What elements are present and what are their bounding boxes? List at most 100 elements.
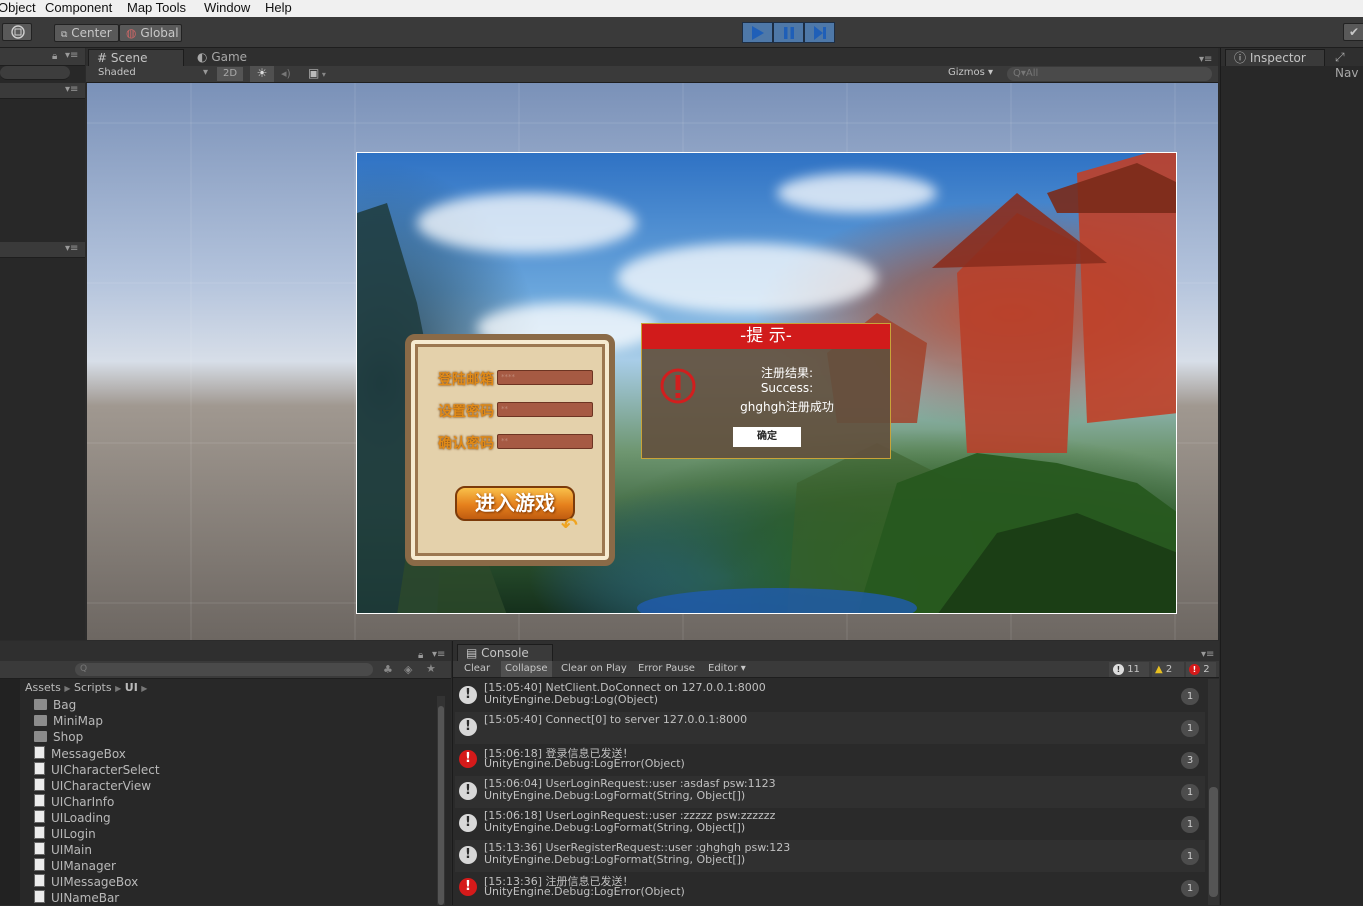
asset-item-label: UICharacterSelect (51, 763, 160, 777)
log-count-badge: 1 (1181, 848, 1199, 865)
password-label: 设置密码 (438, 404, 494, 420)
confirm-password-field[interactable]: ** (497, 434, 593, 449)
image-icon: ▣ (308, 66, 320, 80)
step-button[interactable] (804, 22, 835, 43)
asset-item[interactable]: UINameBar (34, 890, 119, 906)
asset-item[interactable]: UIManager (34, 858, 116, 874)
console-log-entry[interactable]: ! [15:13:36] 注册信息已发送！ UnityEngine.Debug:Lo… (455, 872, 1205, 904)
script-icon (34, 890, 45, 903)
email-field[interactable]: **** (497, 370, 593, 385)
breadcrumb-ui[interactable]: UI (125, 681, 138, 694)
step-icon (814, 26, 826, 40)
cloud-check-button[interactable]: ✔ (1343, 23, 1363, 41)
tab-console[interactable]: ▤ Console (457, 644, 553, 661)
tab-scene[interactable]: # Scene (88, 49, 184, 66)
panel-menu-icon[interactable]: ▾≡ (65, 243, 78, 254)
asset-item[interactable]: MiniMap (34, 714, 103, 730)
asset-item[interactable]: UIMain (34, 842, 92, 858)
console-log-entry[interactable]: ! [15:05:40] Connect[0] to server 127.0.0… (455, 712, 1205, 744)
tab-navigation[interactable]: ⤢ Nav (1327, 49, 1363, 80)
asset-item[interactable]: UICharInfo (34, 794, 114, 810)
gizmos-dropdown[interactable]: Gizmos ▾ (948, 67, 993, 78)
error-count: 2 (1203, 664, 1210, 675)
asset-item[interactable]: Shop (34, 730, 83, 746)
breadcrumb-scripts[interactable]: Scripts (74, 681, 112, 694)
space-global-button[interactable]: ◍ Global (119, 24, 182, 42)
panel-menu-icon[interactable]: ▾≡ (1199, 54, 1212, 65)
asset-item[interactable]: UILogin (34, 826, 96, 842)
asset-item[interactable]: UILoading (34, 810, 111, 826)
scrollbar-thumb[interactable] (438, 706, 444, 905)
enter-game-button[interactable]: 进入游戏 (455, 486, 575, 521)
pause-button[interactable] (773, 22, 804, 43)
menu-help[interactable]: Help (265, 0, 292, 15)
return-arrow-icon: ↶ (561, 513, 578, 537)
clear-on-play-toggle[interactable]: Clear on Play (561, 663, 627, 674)
panel-menu-icon[interactable]: ▾≡ (65, 50, 78, 61)
rect-tool-icon (11, 25, 25, 39)
asset-item[interactable]: UICharacterView (34, 778, 151, 794)
collapse-toggle[interactable]: Collapse (501, 661, 552, 677)
script-icon (34, 858, 45, 871)
lock-icon[interactable]: 🔒︎ (418, 650, 423, 661)
error-pause-toggle[interactable]: Error Pause (638, 663, 695, 674)
tab-inspector[interactable]: ⓘ Inspector (1225, 49, 1325, 66)
asset-item[interactable]: MessageBox (34, 746, 126, 762)
console-log-entry[interactable]: ! [15:06:04] UserLoginRequest::user :asda… (455, 776, 1205, 808)
project-scrollbar[interactable] (437, 696, 445, 905)
shading-mode-dropdown[interactable]: Shaded (98, 67, 136, 78)
panel-menu-icon[interactable]: ▾≡ (432, 649, 445, 660)
console-log-entry[interactable]: ! [15:06:18] UserLoginRequest::user :zzzz… (455, 808, 1205, 840)
password-field[interactable]: ** (497, 402, 593, 417)
scene-search-input[interactable]: Q▾All (1007, 67, 1212, 81)
warning-icon: ▲ (1155, 664, 1163, 675)
sun-icon: ☀ (256, 66, 268, 80)
console-tabbar: ▤ Console ▾≡ (453, 641, 1219, 661)
warning-count-toggle[interactable]: ▲ 2 (1152, 662, 1184, 677)
lighting-toggle[interactable]: ☀ (250, 66, 274, 82)
mode-2d-toggle[interactable]: 2D (217, 67, 243, 81)
filter-type-icon[interactable]: ♣ (383, 663, 393, 676)
menu-map-tools[interactable]: Map Tools (127, 0, 186, 15)
panel-menu-icon[interactable]: ▾≡ (1201, 649, 1214, 660)
audio-toggle[interactable]: ◂) (281, 67, 291, 80)
asset-item[interactable]: UICharacterSelect (34, 762, 160, 778)
lock-icon[interactable]: 🔒︎ (52, 51, 57, 62)
console-log-entry[interactable]: ! [15:13:36] UserRegisterRequest::user :g… (455, 840, 1205, 872)
tab-inspector-label: Inspector (1249, 51, 1306, 65)
error-count-toggle[interactable]: ! 2 (1186, 662, 1216, 677)
ok-button[interactable]: 确定 (733, 427, 801, 447)
asset-item-label: UIMessageBox (51, 875, 139, 889)
asset-item[interactable]: Bag (34, 698, 76, 714)
tab-game-label: Game (211, 50, 248, 64)
breadcrumb-assets[interactable]: Assets (25, 681, 61, 694)
console-log-entry[interactable]: ! [15:06:18] 登录信息已发送！ UnityEngine.Debug:Lo… (455, 744, 1205, 776)
message-line-2: Success: (760, 381, 814, 395)
log-count: 11 (1127, 664, 1140, 675)
pause-icon (784, 27, 794, 39)
menu-component[interactable]: Component (45, 0, 112, 15)
clear-button[interactable]: Clear (464, 663, 490, 674)
asset-item[interactable]: UIMessageBox (34, 874, 138, 890)
asset-item-label: Shop (53, 730, 84, 744)
panel-menu-icon[interactable]: ▾≡ (65, 84, 78, 95)
tab-game[interactable]: ◐ Game (189, 49, 269, 66)
confirm-password-label: 确认密码 (438, 436, 494, 452)
check-icon: ✔ (1349, 25, 1360, 39)
log-count-badge: 1 (1181, 720, 1199, 737)
pivot-center-button[interactable]: ⧉ Center (54, 24, 119, 42)
menu-window[interactable]: Window (204, 0, 250, 15)
menu-object[interactable]: Object (0, 0, 36, 15)
console-log-entry[interactable]: ! [15:05:40] NetClient.DoConnect on 127.0… (455, 680, 1205, 712)
rect-tool-button[interactable] (2, 23, 32, 41)
scrollbar-thumb[interactable] (1209, 787, 1218, 897)
effects-toggle[interactable]: ▣ ▾ (308, 66, 326, 80)
log-count-toggle[interactable]: ! 11 (1109, 662, 1149, 677)
filter-label-icon[interactable]: ◈ (404, 663, 412, 676)
editor-dropdown[interactable]: Editor ▾ (708, 663, 746, 674)
play-button[interactable] (742, 22, 773, 43)
console-scrollbar[interactable] (1208, 679, 1219, 905)
project-search-input[interactable]: Q (75, 663, 373, 676)
hierarchy-search[interactable] (0, 66, 70, 80)
favorite-star-icon[interactable]: ★ (426, 662, 436, 675)
